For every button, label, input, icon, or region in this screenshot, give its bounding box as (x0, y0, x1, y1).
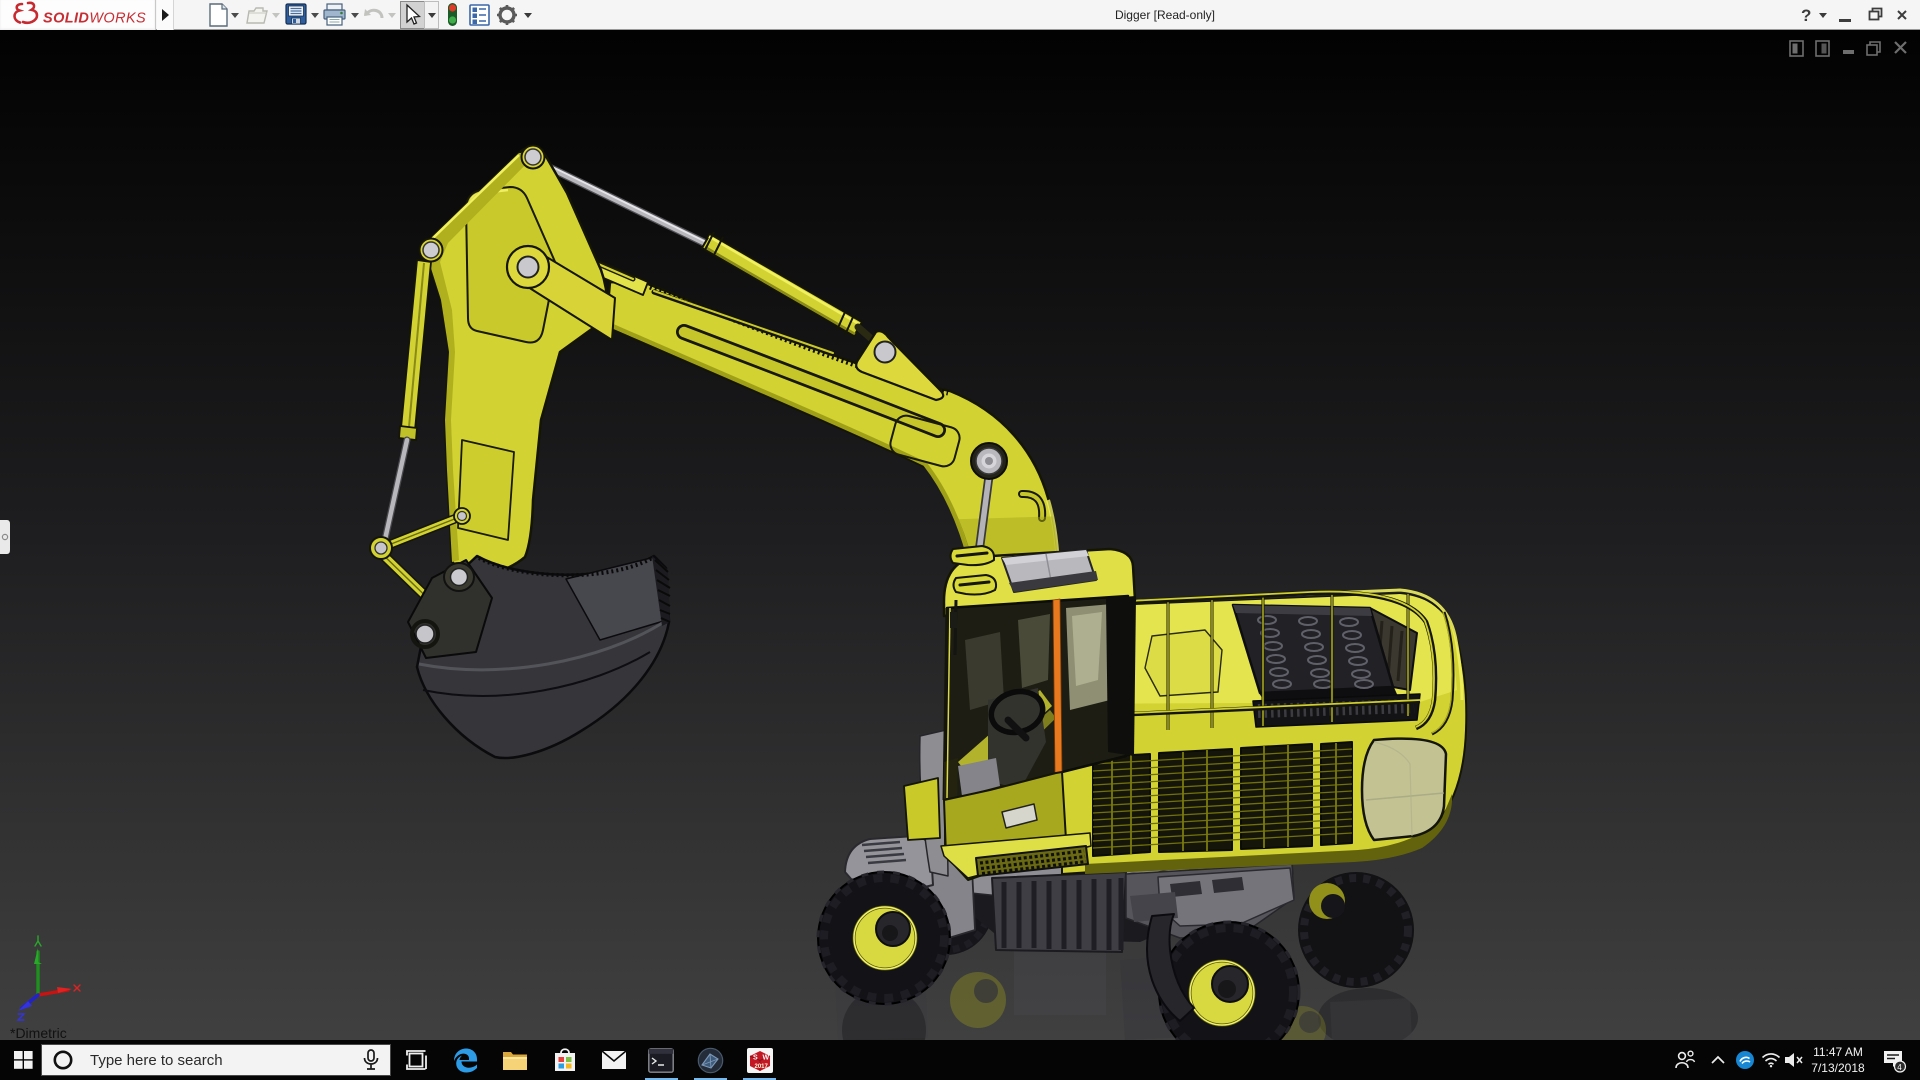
svg-text:?: ? (1801, 6, 1811, 25)
svg-text:SOLIDWORKS: SOLIDWORKS (43, 11, 146, 27)
svg-text:S: S (753, 1055, 758, 1062)
svg-text:W: W (763, 1055, 770, 1062)
svg-text:4: 4 (1897, 1063, 1902, 1072)
svg-text:*Dimetric: *Dimetric (10, 1025, 67, 1041)
svg-text:2017: 2017 (755, 1064, 769, 1070)
